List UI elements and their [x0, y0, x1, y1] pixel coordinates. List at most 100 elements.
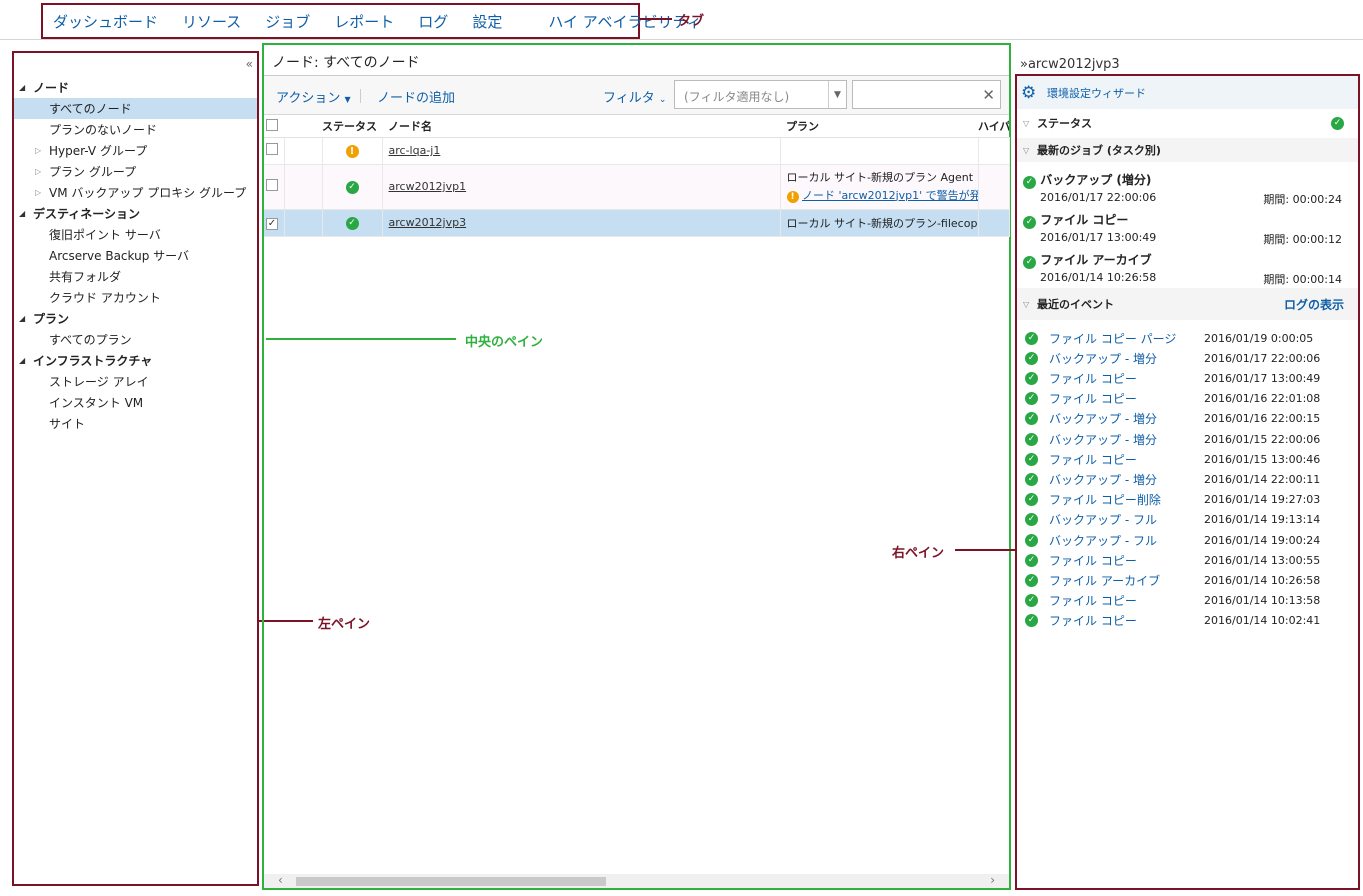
- tree-group-plans[interactable]: ◢ プラン: [14, 308, 257, 329]
- tab-jobs[interactable]: ジョブ: [265, 11, 310, 32]
- success-check-icon: ✓: [345, 181, 359, 194]
- expanded-triangle-icon[interactable]: ◢: [19, 356, 33, 365]
- tree-item-nodes-without-plan[interactable]: プランのないノード: [14, 119, 257, 140]
- tab-resources[interactable]: リソース: [182, 11, 241, 32]
- row-checkbox[interactable]: [266, 143, 278, 155]
- header-spacer: [284, 116, 322, 138]
- tree-item-hyperv-group[interactable]: ▷ Hyper-V グループ: [14, 140, 257, 161]
- tree-item-storage-array[interactable]: ストレージ アレイ: [14, 371, 257, 392]
- collapse-triangle-icon[interactable]: ▽: [1023, 300, 1037, 309]
- plan-cell: ローカル サイト-新規のプラン-filecopy: [780, 209, 979, 237]
- collapsed-triangle-icon[interactable]: ▷: [35, 167, 49, 176]
- tab-log[interactable]: ログ: [418, 11, 448, 32]
- success-check-icon: ✓: [1025, 432, 1038, 446]
- tree-group-infrastructure[interactable]: ◢ インフラストラクチャ: [14, 350, 257, 371]
- expanded-triangle-icon[interactable]: ◢: [19, 209, 33, 218]
- event-row: ✓ ファイル アーカイブ 2016/01/14 10:26:58: [1025, 570, 1350, 590]
- expanded-triangle-icon[interactable]: ◢: [19, 83, 33, 92]
- row-checkbox[interactable]: [266, 179, 278, 191]
- tree-group-destinations[interactable]: ◢ デスティネーション: [14, 203, 257, 224]
- add-node-button[interactable]: ノードの追加: [377, 87, 455, 106]
- view-logs-link[interactable]: ログの表示: [1284, 296, 1344, 313]
- filter-button[interactable]: フィルタ ⌄: [603, 87, 666, 106]
- filter-select[interactable]: (フィルタ適用なし) ▼: [674, 80, 847, 109]
- tab-reports[interactable]: レポート: [334, 11, 394, 32]
- tree-item-recovery-point-server[interactable]: 復旧ポイント サーバ: [14, 224, 257, 245]
- event-name-link[interactable]: ファイル コピー削除: [1049, 491, 1204, 508]
- scroll-left-icon[interactable]: ‹: [278, 873, 283, 887]
- tree-item-site[interactable]: サイト: [14, 413, 257, 434]
- expanded-triangle-icon[interactable]: ◢: [19, 314, 33, 323]
- tree-item-all-plans[interactable]: すべてのプラン: [14, 329, 257, 350]
- event-name-link[interactable]: ファイル コピー: [1049, 552, 1204, 569]
- event-name-link[interactable]: バックアップ - 増分: [1049, 471, 1204, 488]
- search-input[interactable]: ✕: [852, 80, 1001, 109]
- hypervisor-cell: [978, 164, 1010, 210]
- select-all-checkbox[interactable]: [266, 118, 278, 131]
- collapsed-triangle-icon[interactable]: ▷: [35, 188, 49, 197]
- event-name-link[interactable]: バックアップ - フル: [1049, 511, 1204, 528]
- event-name-link[interactable]: ファイル コピー: [1049, 390, 1204, 407]
- column-header-node-name[interactable]: ノード名: [382, 116, 780, 138]
- event-name-link[interactable]: バックアップ - 増分: [1049, 410, 1204, 427]
- event-row: ✓ ファイル コピー 2016/01/14 10:02:41: [1025, 611, 1350, 631]
- table-row[interactable]: ! arc-lqa-j1: [264, 137, 1010, 165]
- clear-icon[interactable]: ✕: [982, 86, 995, 104]
- dropdown-arrow-icon: ▼: [344, 95, 351, 104]
- scrollbar-thumb[interactable]: [296, 877, 606, 886]
- tree-item-instant-vm[interactable]: インスタント VM: [14, 392, 257, 413]
- success-check-icon: ✓: [1025, 412, 1038, 426]
- column-header-status[interactable]: ステータス: [322, 116, 382, 138]
- table-row-selected[interactable]: ✓ ✓ arcw2012jvp3 ローカル サイト-新規のプラン-filecop…: [264, 209, 1010, 237]
- tree-item-all-nodes[interactable]: すべてのノード: [14, 98, 257, 119]
- center-callout-line: [266, 338, 456, 340]
- navigation-tree: ◢ ノード すべてのノード プランのないノード ▷ Hyper-V グループ ▷ プラ…: [14, 77, 257, 434]
- event-name-link[interactable]: ファイル コピー: [1049, 592, 1204, 609]
- expand-chevron-icon[interactable]: »: [1020, 57, 1028, 72]
- main-tab-bar: ダッシュボード リソース ジョブ レポート ログ 設定 ハイ アベイラビリティ: [41, 3, 702, 39]
- event-name-link[interactable]: バックアップ - 増分: [1049, 431, 1204, 448]
- plan-warning-link[interactable]: ノード 'arcw2012jvp1' で警告が発生し: [802, 189, 977, 202]
- recent-jobs-section-header[interactable]: ▽ 最新のジョブ (タスク別): [1017, 138, 1358, 162]
- actions-menu-button[interactable]: アクション ▼: [276, 87, 351, 106]
- collapse-triangle-icon[interactable]: ▽: [1023, 146, 1037, 155]
- tree-item-label: プラン グループ: [49, 165, 137, 179]
- configuration-wizard-link[interactable]: ⚙ 環境設定ウィザード: [1017, 76, 1358, 109]
- tree-item-cloud-account[interactable]: クラウド アカウント: [14, 287, 257, 308]
- event-name-link[interactable]: ファイル コピー: [1049, 612, 1204, 629]
- column-header-plan[interactable]: プラン: [780, 116, 978, 138]
- success-check-icon: ✓: [1025, 392, 1038, 406]
- event-name-link[interactable]: ファイル コピー: [1049, 451, 1204, 468]
- event-name-link[interactable]: ファイル コピー パージ: [1049, 330, 1204, 347]
- row-checkbox-checked[interactable]: ✓: [266, 217, 278, 230]
- collapse-triangle-icon[interactable]: ▽: [1023, 119, 1037, 128]
- event-name-link[interactable]: ファイル コピー: [1049, 370, 1204, 387]
- node-link[interactable]: arcw2012jvp1: [389, 180, 467, 193]
- scroll-right-icon[interactable]: ›: [990, 873, 995, 887]
- dropdown-arrow-icon[interactable]: ▼: [828, 81, 846, 108]
- table-row[interactable]: ✓ arcw2012jvp1 ローカル サイト-新規のプラン Agent ! ノ…: [264, 164, 1010, 210]
- plan-cell: ローカル サイト-新規のプラン Agent ! ノード 'arcw2012jvp…: [780, 164, 979, 210]
- tree-item-shared-folder[interactable]: 共有フォルダ: [14, 266, 257, 287]
- tab-dashboard[interactable]: ダッシュボード: [53, 11, 158, 32]
- node-link[interactable]: arc-lqa-j1: [389, 144, 441, 157]
- tab-settings[interactable]: 設定: [472, 11, 502, 32]
- tree-group-nodes[interactable]: ◢ ノード: [14, 77, 257, 98]
- event-name-link[interactable]: ファイル アーカイブ: [1049, 572, 1204, 589]
- event-row: ✓ ファイル コピー 2016/01/16 22:01:08: [1025, 389, 1350, 409]
- event-date: 2016/01/19 0:00:05: [1204, 331, 1314, 345]
- event-name-link[interactable]: バックアップ - フル: [1049, 532, 1204, 549]
- collapse-pane-icon[interactable]: «: [246, 57, 253, 71]
- node-name-cell: arcw2012jvp1: [382, 164, 781, 210]
- tree-item-plan-group[interactable]: ▷ プラン グループ: [14, 161, 257, 182]
- collapsed-triangle-icon[interactable]: ▷: [35, 146, 49, 155]
- tree-item-vm-proxy-group[interactable]: ▷ VM バックアップ プロキシ グループ: [14, 182, 257, 203]
- horizontal-scrollbar[interactable]: ‹ ›: [264, 873, 1009, 888]
- recent-jobs-label: 最新のジョブ (タスク別): [1037, 144, 1161, 157]
- recent-events-section-header[interactable]: ▽ 最近のイベント ログの表示: [1017, 288, 1358, 320]
- column-header-hypervisor[interactable]: ハイパ: [978, 116, 1009, 138]
- event-name-link[interactable]: バックアップ - 増分: [1049, 350, 1204, 367]
- tree-item-arcserve-backup-server[interactable]: Arcserve Backup サーバ: [14, 245, 257, 266]
- node-link[interactable]: arcw2012jvp3: [389, 216, 467, 229]
- status-section-header[interactable]: ▽ ステータス ✓: [1017, 111, 1358, 135]
